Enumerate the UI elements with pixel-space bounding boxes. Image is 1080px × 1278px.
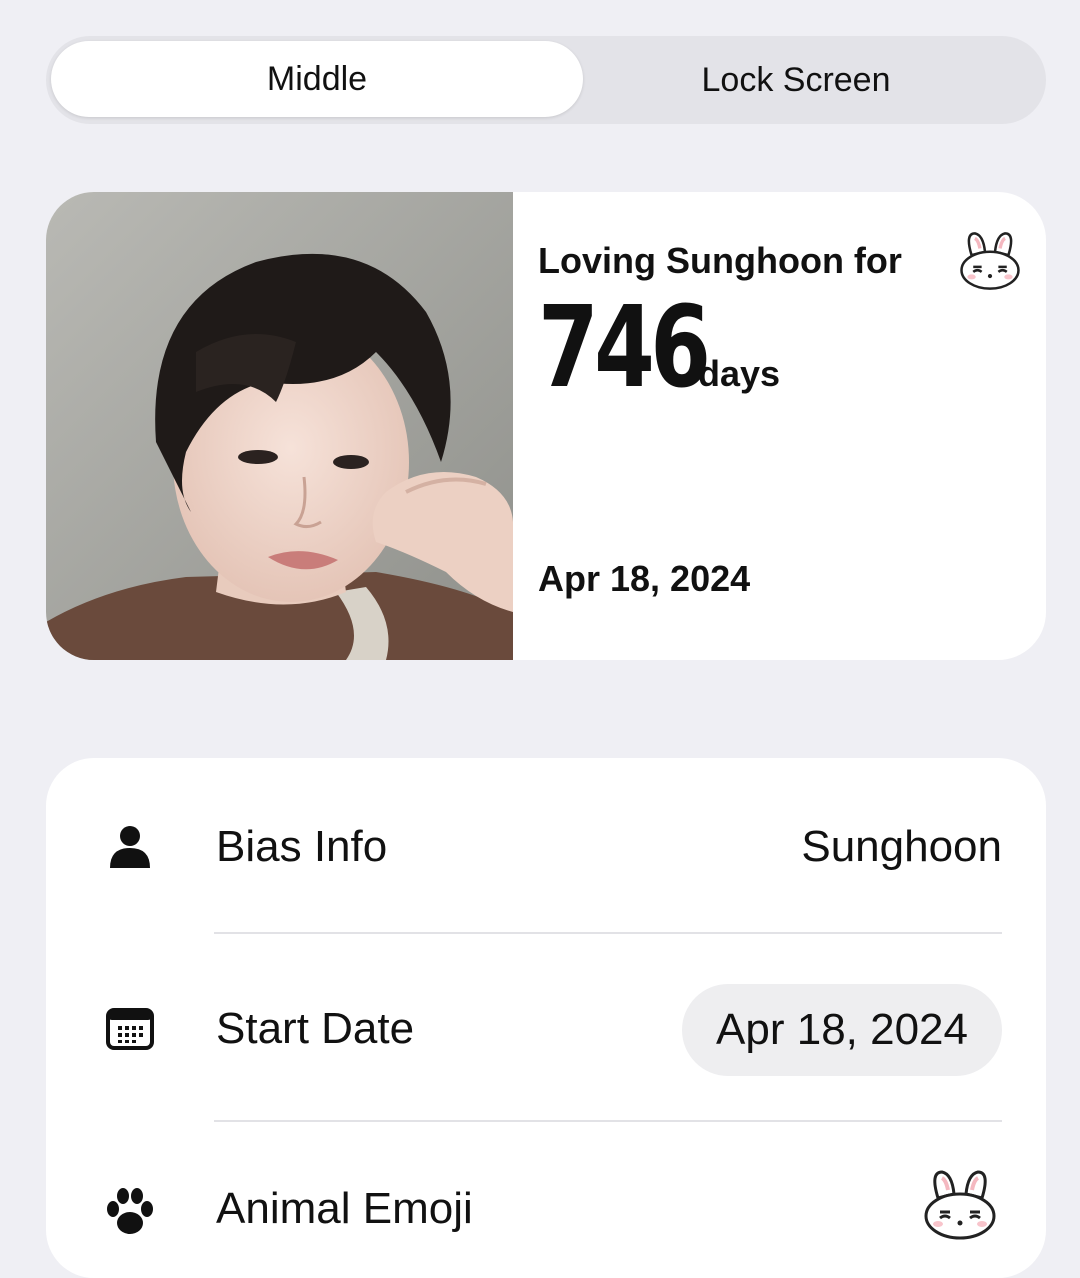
start-date-label: Start Date — [216, 1004, 415, 1053]
days-count: 746 — [538, 283, 711, 413]
bias-info-row[interactable]: Bias Info Sunghoon — [46, 758, 1046, 934]
start-date-row: Start Date Apr 18, 2024 — [46, 934, 1046, 1122]
days-unit: days — [698, 353, 781, 394]
settings-card: Bias Info Sunghoon Start Date Apr 18, 20… — [46, 758, 1046, 1278]
view-segmented-control: Lock Screen Middle — [46, 36, 1046, 124]
days-counter: 746 days — [538, 292, 780, 404]
bunny-emoji-icon — [956, 230, 1024, 292]
tab-middle[interactable]: Middle — [51, 41, 583, 117]
bias-info-value: Sunghoon — [801, 822, 1002, 871]
bunny-emoji-icon[interactable] — [920, 1168, 1000, 1242]
calendar-icon — [104, 1002, 156, 1054]
widget-title: Loving Sunghoon for — [538, 240, 902, 281]
start-date-picker[interactable]: Apr 18, 2024 — [682, 984, 1002, 1076]
bias-info-label: Bias Info — [216, 822, 388, 871]
person-icon — [104, 820, 156, 872]
widget-info: Loving Sunghoon for 746 days Apr 18, 202… — [538, 192, 1046, 660]
animal-emoji-row[interactable]: Animal Emoji — [46, 1122, 1046, 1278]
bias-photo — [46, 192, 513, 660]
tab-lock-screen[interactable]: Lock Screen — [546, 36, 1046, 124]
widget-start-date: Apr 18, 2024 — [538, 558, 751, 599]
animal-emoji-label: Animal Emoji — [216, 1184, 473, 1233]
paw-icon — [104, 1186, 156, 1238]
widget-preview: Loving Sunghoon for 746 days Apr 18, 202… — [46, 192, 1046, 660]
